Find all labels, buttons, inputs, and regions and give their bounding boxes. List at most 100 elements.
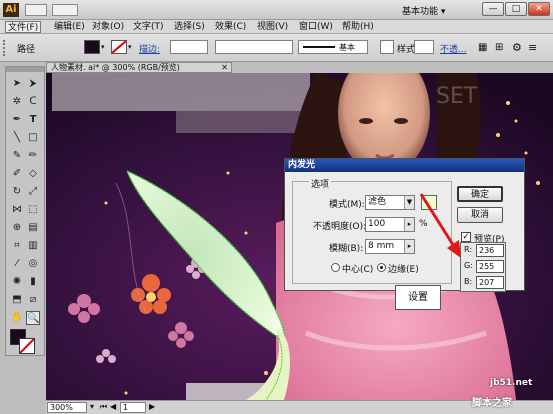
variable-width-select[interactable] — [215, 40, 293, 54]
menu-select[interactable]: 选择(S) — [172, 21, 207, 33]
stroke-color-box[interactable] — [19, 338, 35, 354]
maximize-button[interactable]: □ — [505, 2, 527, 16]
style-swatch[interactable] — [380, 40, 394, 54]
chevron-down-icon[interactable]: ▾ — [90, 402, 94, 411]
previous-artboard-icon[interactable]: ◀ — [110, 402, 116, 411]
canvas-watermark: SET — [436, 84, 478, 109]
minimize-button[interactable]: — — [482, 2, 504, 16]
control-bar: 路径 ▾ ▾ 描边: 基本 样式: 不透... ▦ ⊞ ⚙ ≡ — [0, 34, 553, 62]
mesh-tool-icon[interactable]: ⌗ — [10, 239, 24, 253]
style-select[interactable] — [414, 40, 434, 54]
rgb-readout: R: 236 G: 255 B: 207 — [460, 242, 506, 292]
free-transform-icon[interactable]: ⬚ — [26, 203, 40, 217]
magic-wand-icon[interactable]: ✲ — [10, 95, 24, 109]
eyedropper-icon[interactable]: ⁄ — [10, 257, 24, 271]
direct-selection-tool-icon[interactable]: ⮞ — [26, 77, 40, 91]
scale-tool-icon[interactable]: ⤢ — [26, 185, 40, 199]
blend-tool-icon[interactable]: ◎ — [26, 257, 40, 271]
first-artboard-icon[interactable]: ⏮ — [100, 402, 107, 412]
opacity-label: 不透明度(O): — [313, 222, 367, 232]
pen-tool-icon[interactable]: ✒ — [10, 113, 24, 127]
title-bar: Ai 基本功能 ▾ — □ ✕ — [0, 0, 553, 20]
zoom-field[interactable]: 300% — [47, 402, 87, 413]
brush-stroke-preview — [303, 46, 335, 48]
blend-mode-select[interactable]: 滤色 ▼ — [365, 195, 415, 210]
menu-file[interactable]: 文件(F) — [5, 21, 42, 33]
no-stroke-icon — [111, 40, 127, 54]
rotate-tool-icon[interactable]: ↻ — [10, 185, 24, 199]
menu-edit[interactable]: 编辑(E) — [52, 21, 87, 33]
chevron-down-icon[interactable]: ▾ — [101, 41, 109, 53]
menu-type[interactable]: 文字(T) — [131, 21, 166, 33]
chevron-right-icon: ▸ — [404, 240, 414, 253]
opacity-select[interactable]: 100 ▸ — [365, 217, 415, 232]
line-tool-icon[interactable]: ╲ — [10, 131, 24, 145]
selection-type-label: 路径 — [17, 45, 36, 55]
dialog-title[interactable]: 内发光 — [285, 159, 524, 172]
gradient-tool-icon[interactable]: ▥ — [26, 239, 40, 253]
workspace-switcher[interactable]: 基本功能 ▾ — [402, 4, 445, 17]
opacity-link[interactable]: 不透... — [440, 42, 467, 55]
close-icon[interactable]: ✕ — [221, 63, 228, 72]
menu-icon[interactable]: ≡ — [528, 41, 537, 54]
stroke-link[interactable]: 描边: — [139, 42, 160, 55]
perspective-grid-icon[interactable]: ▤ — [26, 221, 40, 235]
document-tab[interactable]: 人物素材. ai* @ 300% (RGB/预览) ✕ — [46, 62, 232, 73]
artboard-number-field[interactable]: 1 — [120, 402, 146, 413]
panel-grip[interactable] — [6, 67, 44, 72]
stroke-weight-field[interactable] — [170, 40, 208, 54]
site-watermark-cn: 脚本之家 — [472, 398, 512, 409]
arrange-documents-button[interactable] — [52, 4, 78, 16]
red-value-field[interactable]: 236 — [476, 244, 504, 257]
menu-view[interactable]: 视图(V) — [255, 21, 290, 33]
artboard-tool-icon[interactable]: ⬒ — [10, 293, 24, 307]
stroke-swatch[interactable] — [111, 40, 127, 54]
blob-brush-icon[interactable]: ✐ — [10, 167, 24, 181]
selection-tool-icon[interactable]: ➤ — [10, 77, 24, 91]
annotation-callout: 设置 — [395, 285, 441, 310]
lasso-icon[interactable]: ᑕ — [26, 95, 40, 109]
bridge-button[interactable] — [25, 4, 47, 16]
slice-tool-icon[interactable]: ⧄ — [26, 293, 40, 307]
options-group-label: 选项 — [309, 177, 332, 190]
edge-radio[interactable] — [377, 263, 386, 272]
menu-help[interactable]: 帮助(H) — [340, 21, 376, 33]
menu-object[interactable]: 对象(O) — [90, 21, 126, 33]
chevron-down-icon: ▼ — [404, 196, 414, 209]
align-icon[interactable]: ⊞ — [495, 42, 503, 53]
gear-icon[interactable]: ⚙ — [512, 41, 522, 54]
chevron-down-icon[interactable]: ▾ — [128, 41, 136, 53]
next-artboard-icon[interactable]: ▶ — [149, 402, 155, 411]
close-button[interactable]: ✕ — [528, 2, 550, 16]
grip-icon — [3, 40, 6, 56]
zoom-tool-icon[interactable]: 🔍 — [26, 311, 40, 325]
type-tool-icon[interactable]: T — [26, 113, 40, 127]
document-setup-icon[interactable]: ▦ — [478, 42, 487, 53]
site-watermark: jb51.net — [490, 378, 533, 388]
menu-effect[interactable]: 效果(C) — [213, 21, 248, 33]
chevron-right-icon: ▸ — [404, 218, 414, 231]
center-radio[interactable] — [331, 263, 340, 272]
chevron-down-icon: ▾ — [440, 7, 446, 17]
width-tool-icon[interactable]: ⋈ — [10, 203, 24, 217]
menu-window[interactable]: 窗口(W) — [297, 21, 335, 33]
column-graph-icon[interactable]: ▮ — [26, 275, 40, 289]
pencil-icon[interactable]: ✏ — [26, 149, 40, 163]
annotation-arrow — [419, 193, 461, 258]
green-value-field[interactable]: 255 — [476, 260, 504, 273]
symbol-sprayer-icon[interactable]: ✺ — [10, 275, 24, 289]
center-radio-label: 中心(C) — [342, 265, 374, 275]
menu-bar: 文件(F) 编辑(E) 对象(O) 文字(T) 选择(S) 效果(C) 视图(V… — [0, 20, 553, 34]
blur-label: 模糊(B): — [329, 244, 364, 254]
rectangle-tool-icon[interactable]: □ — [26, 131, 40, 145]
blue-value-field[interactable]: 207 — [476, 276, 504, 289]
paintbrush-icon[interactable]: ✎ — [10, 149, 24, 163]
radio-dot — [380, 266, 383, 269]
blur-select[interactable]: 8 mm ▸ — [365, 239, 415, 254]
shape-builder-icon[interactable]: ⊕ — [10, 221, 24, 235]
hand-tool-icon[interactable]: ✋ — [10, 311, 24, 325]
brush-definition-select[interactable]: 基本 — [298, 40, 368, 54]
fill-swatch[interactable] — [84, 40, 100, 54]
eraser-icon[interactable]: ◇ — [26, 167, 40, 181]
tools-panel: ➤ ⮞ ✲ ᑕ ✒ T ╲ □ ✎ ✏ ✐ ◇ ↻ ⤢ ⋈ ⬚ ⊕ ▤ ⌗ ▥ … — [5, 66, 45, 356]
